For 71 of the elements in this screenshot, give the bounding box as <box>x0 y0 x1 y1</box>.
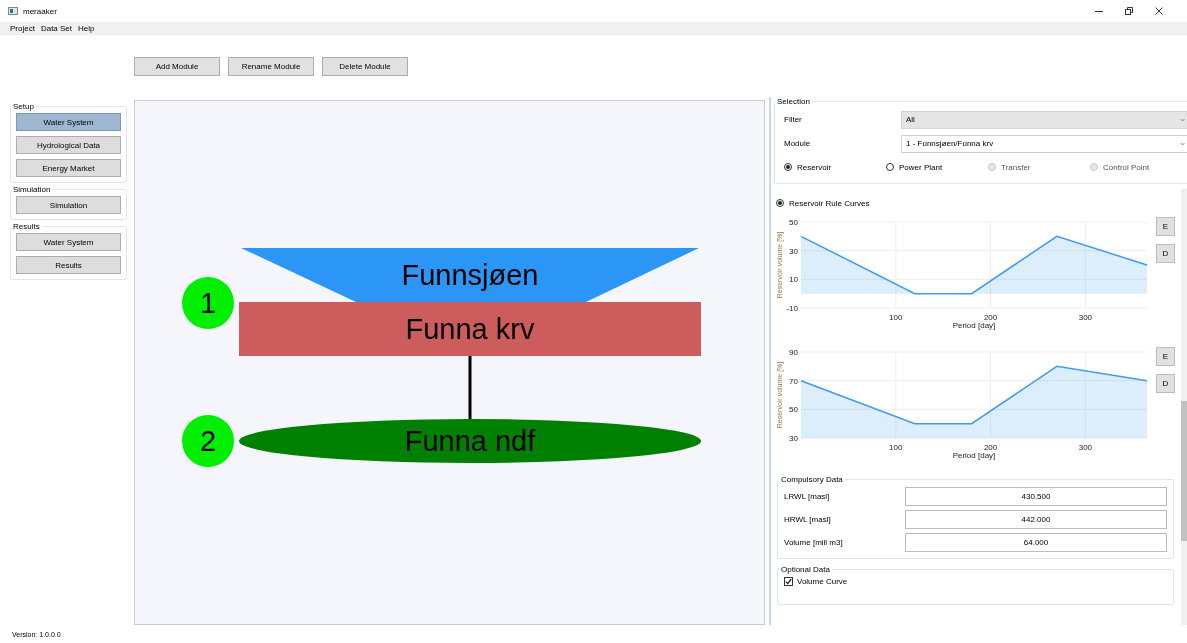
tick-label: 200 <box>983 443 998 452</box>
tick-label: 300 <box>1078 313 1093 322</box>
menu-item[interactable]: Data Set <box>40 24 73 33</box>
tick-label: 30 <box>789 434 798 443</box>
tick-label: 100 <box>889 313 903 322</box>
restore-icon[interactable] <box>1125 7 1133 15</box>
nav-button[interactable]: Water System <box>16 113 121 131</box>
radio-label: Reservoir <box>797 162 832 172</box>
close-icon[interactable] <box>1155 7 1163 15</box>
radio-label: Control Point <box>1103 162 1150 172</box>
group-title: Compulsory Data <box>780 475 844 484</box>
caret-icon <box>1180 117 1185 122</box>
chart-button[interactable]: D <box>1156 374 1175 393</box>
field-label: LRWL [masl] <box>784 492 831 501</box>
axis-title: Period [day] <box>952 451 996 460</box>
radio-button[interactable] <box>784 163 792 171</box>
menu-item[interactable]: Project <box>10 24 35 33</box>
axis-title: Period [day] <box>952 321 996 330</box>
number-badge: 1 <box>182 277 234 329</box>
chart-button[interactable]: E <box>1156 217 1175 236</box>
toolbar-button[interactable]: Delete Module <box>322 57 408 76</box>
tick-label: 50 <box>789 405 798 415</box>
tick-label: 200 <box>983 313 998 322</box>
scrollbar[interactable] <box>1181 189 1187 625</box>
input-field[interactable]: 430.500 <box>905 487 1167 506</box>
app-icon <box>8 7 18 15</box>
nav-button[interactable]: Energy Market <box>16 159 121 177</box>
reservoir-node: Funnsjøen <box>241 248 699 302</box>
input-field[interactable]: 442.000 <box>905 510 1167 529</box>
tick-label: 10 <box>789 275 798 285</box>
tick-label: 100 <box>889 443 903 452</box>
radio-button[interactable] <box>776 199 784 207</box>
nav-button[interactable]: Simulation <box>16 196 121 214</box>
group-title: Results <box>12 222 41 231</box>
caret-icon <box>1180 141 1185 146</box>
checkbox-label: Volume Curve <box>797 577 848 586</box>
nav-button[interactable]: Water System <box>16 233 121 251</box>
toolbar-button[interactable]: Add Module <box>134 57 220 76</box>
dropdown[interactable]: 1 - Funnsjøen/Funna krv <box>901 134 1187 153</box>
dropdown: All <box>901 110 1187 129</box>
field-label: Volume [mill m3] <box>784 538 844 547</box>
radio-label: Reservoir Rule Curves <box>789 198 870 208</box>
group-title: Optional Data <box>780 565 831 574</box>
chart-button[interactable]: D <box>1156 244 1175 263</box>
radio-button[interactable] <box>886 163 894 171</box>
nav-button[interactable]: Hydrological Data <box>16 136 121 154</box>
tick-label: -10 <box>786 304 798 313</box>
menu-item[interactable]: Help <box>78 24 95 33</box>
radio-label: Transfer <box>1001 162 1031 172</box>
group-title: Setup <box>12 102 35 111</box>
nav-button[interactable]: Results <box>16 256 121 274</box>
checkbox[interactable] <box>784 577 793 586</box>
field-label: Module <box>783 139 812 148</box>
chart-button[interactable]: E <box>1156 347 1175 366</box>
connector-line <box>468 356 472 419</box>
field-label: HRWL [masl] <box>784 515 832 524</box>
tick-label: 30 <box>789 246 798 256</box>
window-title: meraaker <box>23 6 57 16</box>
radio-label: Power Plant <box>899 162 943 172</box>
group-title: Selection <box>776 97 811 106</box>
tick-label: 300 <box>1078 443 1093 452</box>
field-label: Filter <box>783 115 803 124</box>
group-title: Simulation <box>12 185 52 194</box>
tick-label: 90 <box>789 348 798 357</box>
tick-label: 70 <box>789 376 798 386</box>
input-field[interactable]: 64.000 <box>905 533 1167 552</box>
toolbar-button[interactable]: Rename Module <box>228 57 314 76</box>
number-badge: 2 <box>182 415 234 467</box>
power-plant-node: Funna krv <box>239 302 701 356</box>
outlet-node: Funna ndf <box>239 419 701 463</box>
tick-label: 50 <box>789 218 798 227</box>
